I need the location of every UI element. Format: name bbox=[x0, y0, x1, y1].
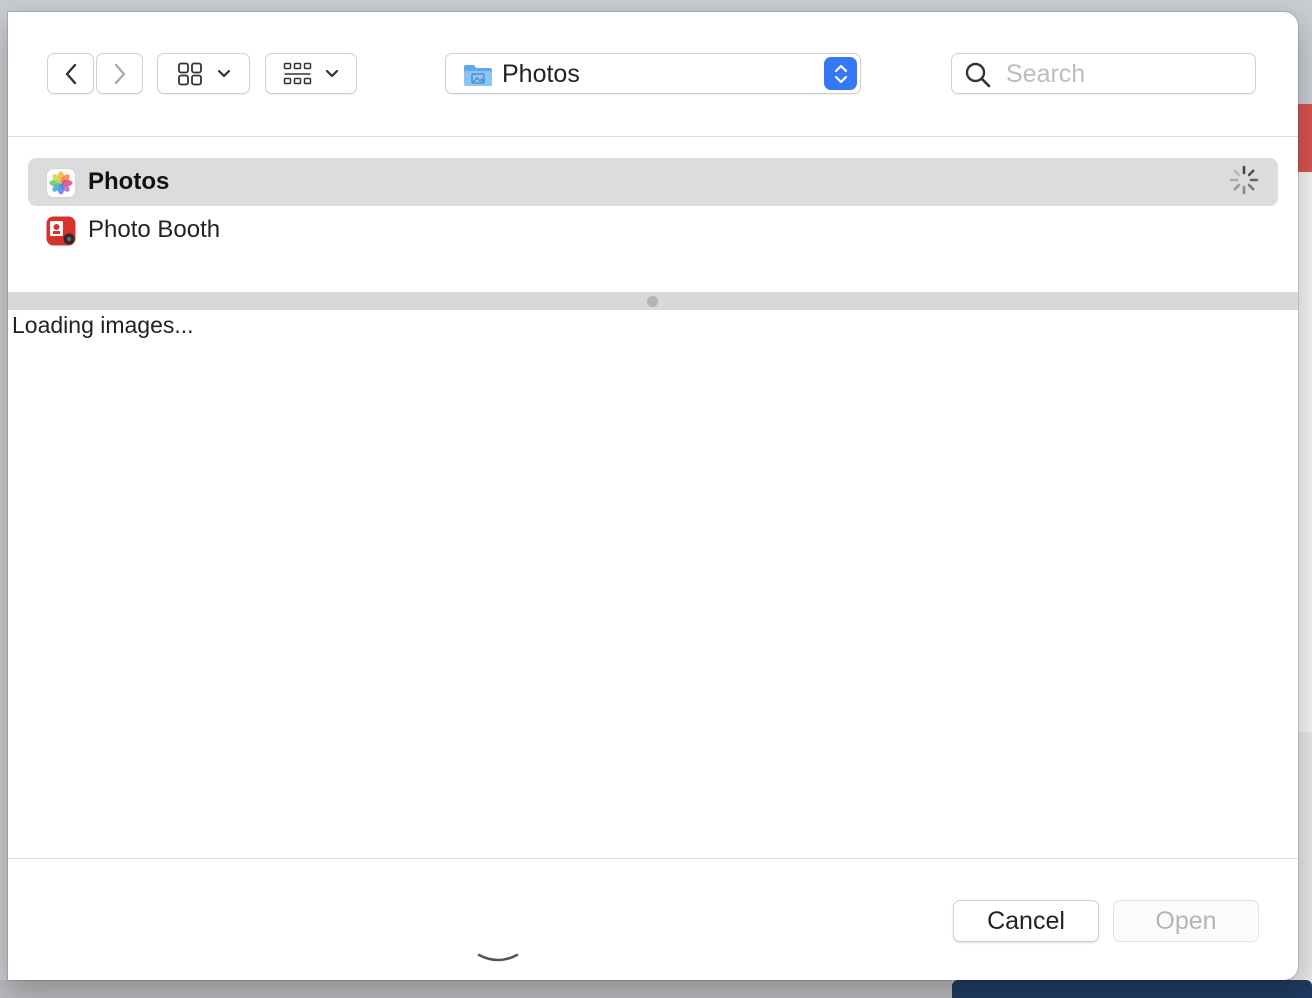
cancel-button[interactable]: Cancel bbox=[953, 900, 1099, 942]
location-label: Photos bbox=[502, 60, 580, 88]
loading-spinner-icon bbox=[1229, 165, 1259, 195]
back-button[interactable] bbox=[47, 53, 94, 94]
source-item-photos[interactable]: Photos bbox=[28, 158, 1278, 206]
loading-status-text: Loading images... bbox=[12, 312, 194, 338]
chevron-down-icon bbox=[217, 69, 230, 77]
media-picker-dialog: Photos Search Photos Photo Booth Loading… bbox=[8, 12, 1298, 980]
group-view-icon bbox=[283, 62, 312, 84]
chevron-right-icon bbox=[114, 63, 125, 84]
expand-chevron-icon[interactable] bbox=[476, 951, 520, 967]
folder-icon bbox=[464, 65, 492, 86]
pane-splitter[interactable] bbox=[8, 292, 1298, 310]
search-icon bbox=[965, 62, 991, 88]
chevron-down-icon bbox=[325, 69, 339, 77]
search-field[interactable] bbox=[951, 53, 1256, 94]
background-window-dark bbox=[952, 980, 1312, 998]
open-button[interactable]: Open bbox=[1113, 900, 1259, 942]
background-dock-area bbox=[0, 980, 952, 998]
source-item-label: Photos bbox=[88, 168, 170, 195]
group-mode-button[interactable] bbox=[265, 53, 357, 94]
forward-button[interactable] bbox=[96, 53, 143, 94]
source-item-label: Photo Booth bbox=[88, 216, 221, 243]
chevron-left-icon bbox=[65, 63, 76, 84]
toolbar: Photos bbox=[8, 12, 1298, 137]
view-mode-button[interactable] bbox=[157, 53, 250, 94]
dialog-footer: Cancel Open bbox=[8, 858, 1298, 980]
splitter-handle[interactable] bbox=[647, 296, 658, 307]
up-down-arrows-icon bbox=[834, 64, 847, 83]
photos-app-icon bbox=[46, 168, 76, 198]
location-popup[interactable]: Photos bbox=[445, 53, 861, 94]
search-input[interactable] bbox=[1004, 58, 1248, 90]
location-stepper[interactable] bbox=[824, 57, 857, 90]
photo-booth-app-icon bbox=[46, 216, 76, 246]
grid-view-icon bbox=[177, 62, 202, 85]
source-item-photo-booth[interactable]: Photo Booth bbox=[28, 206, 1278, 254]
